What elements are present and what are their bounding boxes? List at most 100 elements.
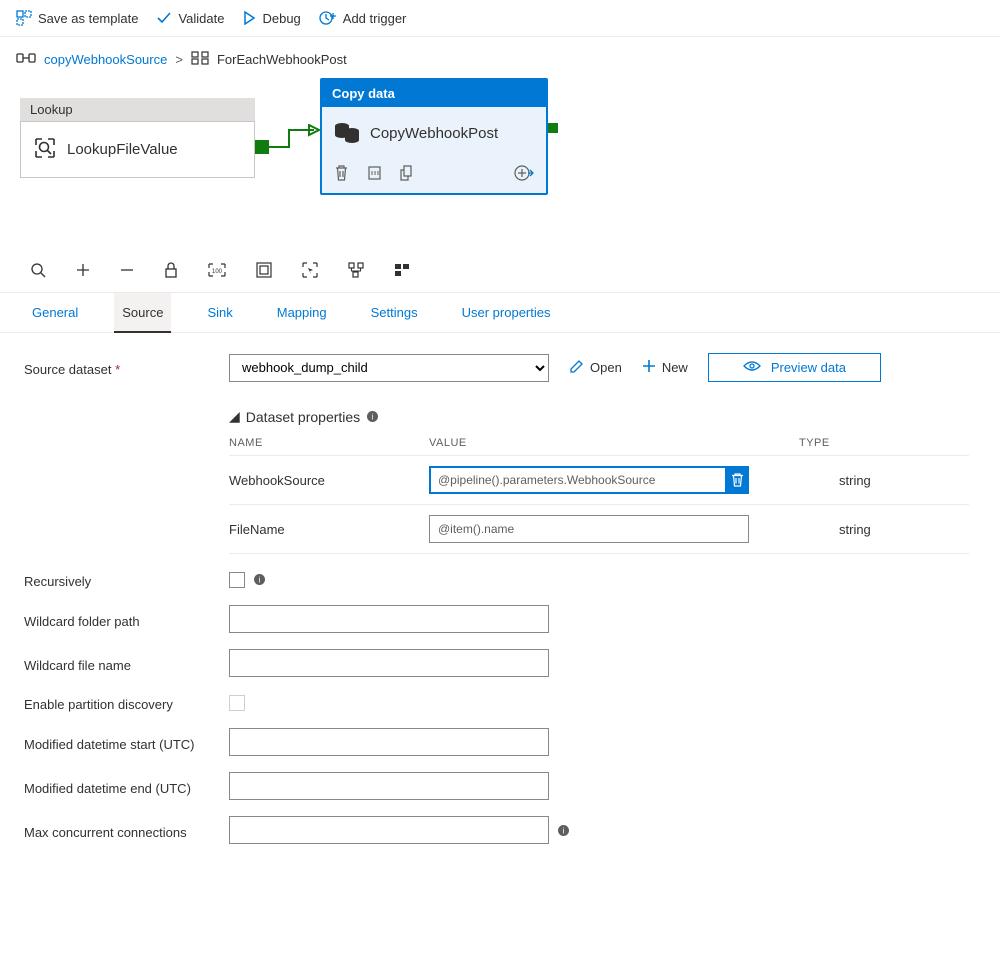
activity-tabs: General Source Sink Mapping Settings Use… xyxy=(0,293,1000,333)
tab-source[interactable]: Source xyxy=(114,293,171,332)
eye-icon xyxy=(743,360,761,375)
new-dataset-button[interactable]: New xyxy=(642,359,688,376)
dataset-parameters-table: NAME VALUE TYPE WebhookSource string Fil… xyxy=(229,437,969,554)
collapse-icon[interactable]: ◢ xyxy=(229,408,240,425)
info-icon[interactable]: i xyxy=(366,410,379,423)
select-icon[interactable] xyxy=(302,262,318,278)
validate-button[interactable]: Validate xyxy=(156,11,224,26)
check-icon xyxy=(156,11,172,25)
add-output-icon[interactable] xyxy=(514,164,534,185)
source-form: Source dataset * webhook_dump_child Open… xyxy=(0,333,1000,884)
breadcrumb-child: ForEachWebhookPost xyxy=(217,52,347,67)
tab-mapping[interactable]: Mapping xyxy=(269,293,335,332)
connector-end xyxy=(548,123,558,133)
wildcard-file-input[interactable] xyxy=(229,649,549,677)
max-connections-input[interactable] xyxy=(229,816,549,844)
edit-icon xyxy=(569,359,584,377)
modified-end-label: Modified datetime end (UTC) xyxy=(24,781,191,796)
param-value-input[interactable] xyxy=(429,466,749,494)
new-label: New xyxy=(662,360,688,375)
param-name: WebhookSource xyxy=(229,473,429,488)
validate-label: Validate xyxy=(178,11,224,26)
param-type: string xyxy=(799,473,969,488)
svg-text:100: 100 xyxy=(212,269,223,275)
open-dataset-button[interactable]: Open xyxy=(569,359,622,377)
connector-line xyxy=(269,124,320,160)
clear-value-icon[interactable] xyxy=(725,468,749,492)
required-mark: * xyxy=(115,362,120,377)
preview-label: Preview data xyxy=(771,360,846,375)
layout-icon[interactable] xyxy=(348,262,364,278)
col-value: VALUE xyxy=(429,437,799,449)
breadcrumb: copyWebhookSource > ForEachWebhookPost xyxy=(0,37,1000,78)
breadcrumb-separator: > xyxy=(175,52,183,67)
wildcard-folder-input[interactable] xyxy=(229,605,549,633)
fullscreen-icon[interactable] xyxy=(256,262,272,278)
table-row: WebhookSource string xyxy=(229,456,969,505)
clone-icon[interactable] xyxy=(400,165,415,184)
info-icon[interactable]: i xyxy=(253,573,266,586)
wildcard-folder-label: Wildcard folder path xyxy=(24,614,140,629)
zoom-in-icon[interactable] xyxy=(76,263,90,277)
info-icon[interactable]: i xyxy=(557,824,570,837)
fit-icon[interactable]: 100 xyxy=(208,263,226,277)
col-type: TYPE xyxy=(799,437,969,449)
enable-partition-label: Enable partition discovery xyxy=(24,697,173,712)
lookup-icon xyxy=(33,136,57,163)
preview-data-button[interactable]: Preview data xyxy=(708,353,881,382)
recursively-label: Recursively xyxy=(24,574,91,589)
debug-button[interactable]: Debug xyxy=(242,11,300,26)
lookup-activity-node[interactable]: Lookup LookupFileValue xyxy=(20,98,255,178)
svg-text:i: i xyxy=(259,576,261,585)
database-icon xyxy=(334,121,360,146)
add-trigger-label: Add trigger xyxy=(343,11,407,26)
lookup-node-name: LookupFileValue xyxy=(67,141,178,158)
copy-node-type: Copy data xyxy=(322,80,546,107)
tab-settings[interactable]: Settings xyxy=(363,293,426,332)
table-row: FileName string xyxy=(229,505,969,554)
delete-icon[interactable] xyxy=(334,165,349,184)
play-icon xyxy=(242,11,256,25)
pipeline-icon xyxy=(16,51,36,68)
zoom-out-icon[interactable] xyxy=(120,263,134,277)
modified-start-input[interactable] xyxy=(229,728,549,756)
dataset-properties-label: Dataset properties xyxy=(246,409,360,425)
param-value-input[interactable] xyxy=(429,515,749,543)
breadcrumb-parent[interactable]: copyWebhookSource xyxy=(44,52,167,67)
top-toolbar: Save as template Validate Debug Add trig… xyxy=(0,0,1000,37)
save-as-template-label: Save as template xyxy=(38,11,138,26)
svg-text:i: i xyxy=(372,413,374,422)
align-icon[interactable] xyxy=(394,263,410,277)
copy-activity-node[interactable]: Copy data CopyWebhookPost xyxy=(320,78,548,195)
connector-start xyxy=(255,140,269,154)
enable-partition-checkbox[interactable] xyxy=(229,695,245,711)
open-label: Open xyxy=(590,360,622,375)
plus-icon xyxy=(642,359,656,376)
param-name: FileName xyxy=(229,522,429,537)
tab-general[interactable]: General xyxy=(24,293,86,332)
save-as-template-button[interactable]: Save as template xyxy=(16,10,138,26)
template-icon xyxy=(16,10,32,26)
foreach-icon xyxy=(191,51,209,68)
lock-icon[interactable] xyxy=(164,262,178,278)
wildcard-file-label: Wildcard file name xyxy=(24,658,131,673)
source-dataset-label: Source dataset xyxy=(24,362,111,377)
max-connections-label: Max concurrent connections xyxy=(24,825,187,840)
add-trigger-button[interactable]: Add trigger xyxy=(319,10,407,26)
source-dataset-select[interactable]: webhook_dump_child xyxy=(229,354,549,382)
clock-plus-icon xyxy=(319,10,337,26)
modified-start-label: Modified datetime start (UTC) xyxy=(24,737,195,752)
debug-label: Debug xyxy=(262,11,300,26)
copy-node-name: CopyWebhookPost xyxy=(370,125,498,142)
modified-end-input[interactable] xyxy=(229,772,549,800)
pipeline-canvas[interactable]: Lookup LookupFileValue Copy data CopyWeb… xyxy=(0,78,1000,248)
canvas-toolbar: 100 xyxy=(0,248,1000,293)
tab-sink[interactable]: Sink xyxy=(199,293,240,332)
tab-user-properties[interactable]: User properties xyxy=(454,293,559,332)
lookup-node-type: Lookup xyxy=(20,98,255,121)
code-icon[interactable] xyxy=(367,165,382,184)
svg-text:i: i xyxy=(563,826,565,835)
search-icon[interactable] xyxy=(30,262,46,278)
recursively-checkbox[interactable] xyxy=(229,572,245,588)
col-name: NAME xyxy=(229,437,429,449)
